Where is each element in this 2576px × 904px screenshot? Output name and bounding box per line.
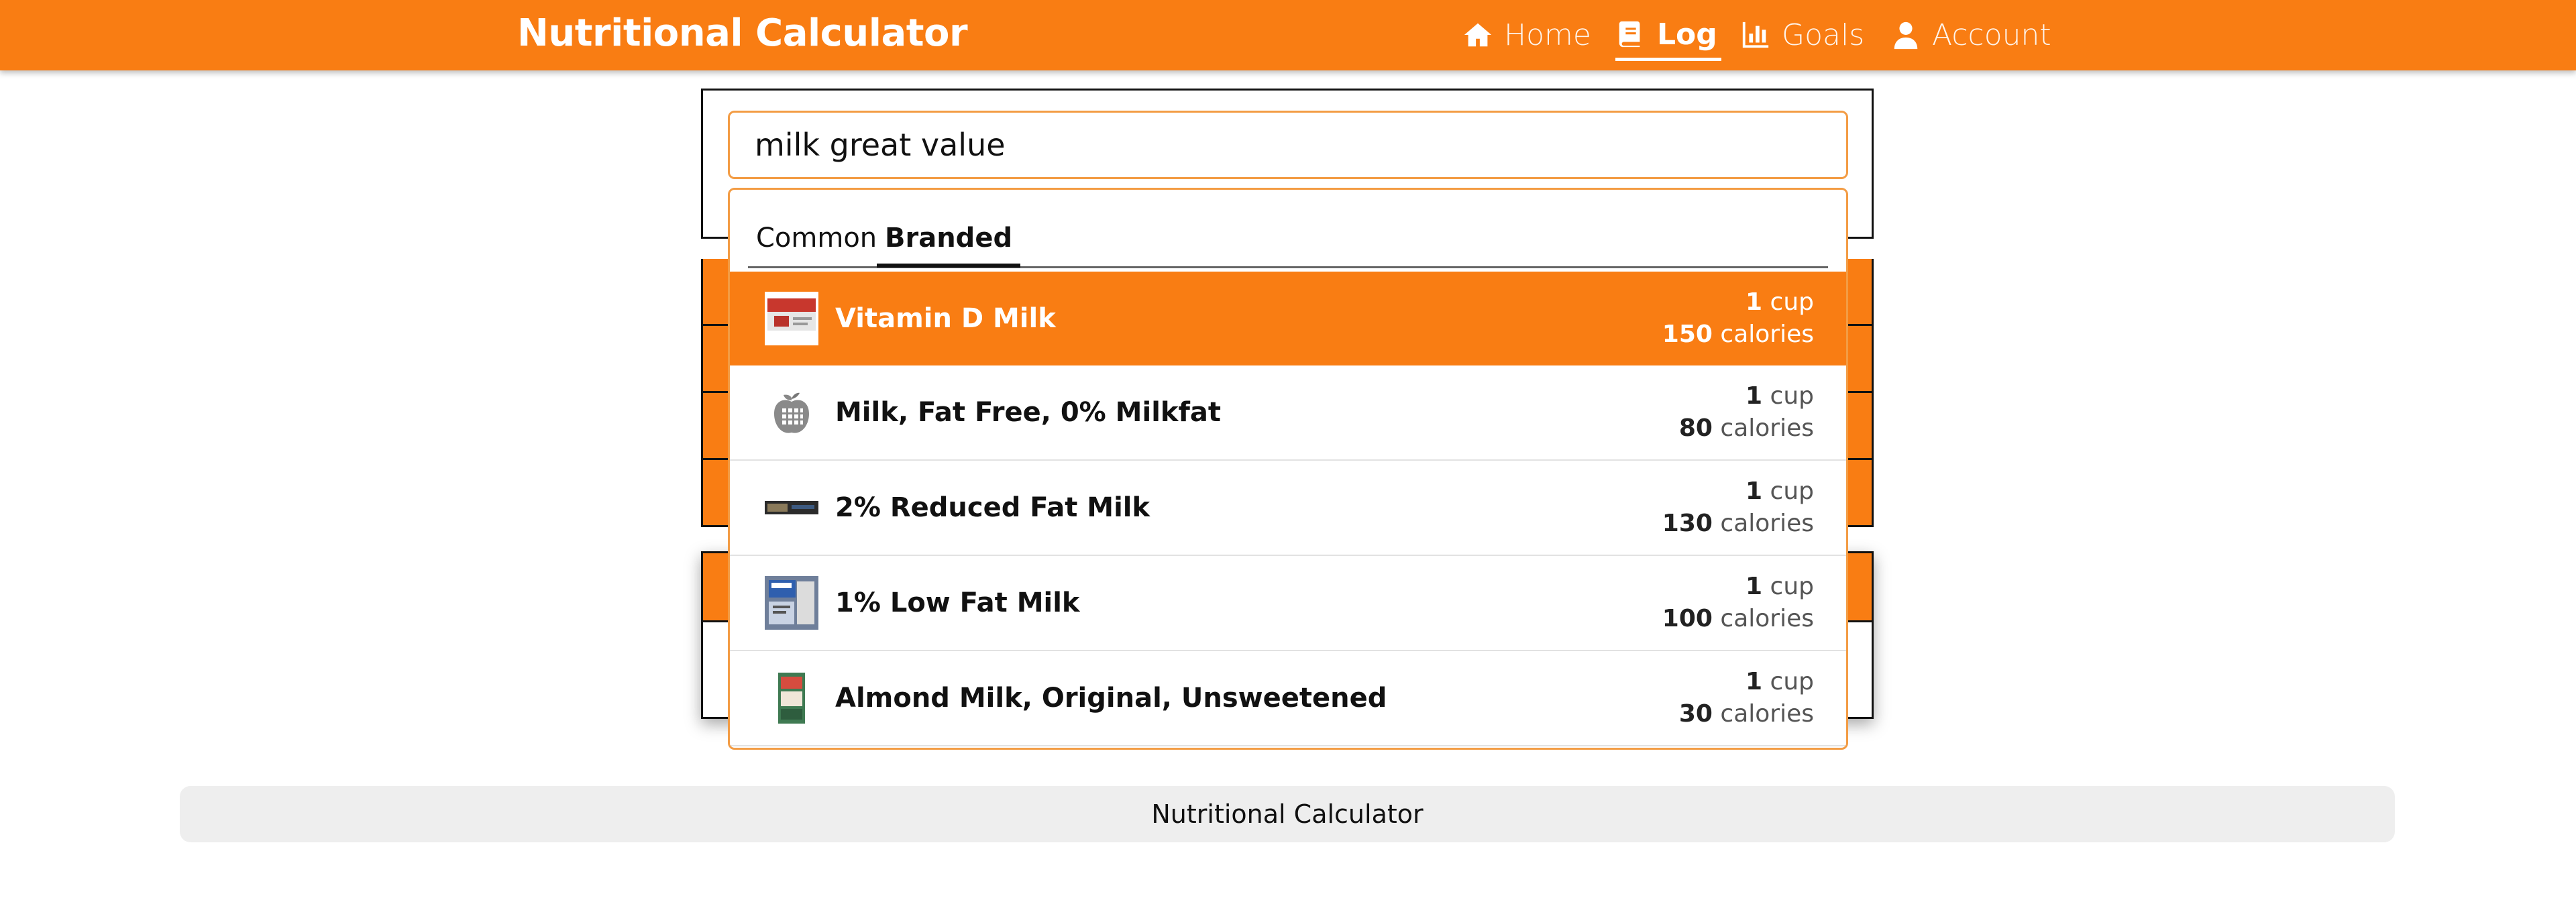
page-footer: Nutritional Calculator <box>180 786 2395 842</box>
result-tabs: Common Branded <box>748 190 1828 268</box>
top-navbar: Nutritional Calculator Home Log Goals Ac… <box>0 0 2576 70</box>
food-search-input[interactable] <box>728 111 1848 179</box>
calories-value: 100 <box>1662 605 1713 632</box>
search-results-dropdown: Common Branded Vitamin D Milk 1 cup 150 … <box>728 188 1848 750</box>
serving-unit: cup <box>1770 477 1814 505</box>
nav-log-label: Log <box>1657 17 1717 52</box>
serving-unit: cup <box>1770 573 1814 600</box>
apple-calculator-icon <box>765 386 818 439</box>
serving-qty: 1 <box>1746 668 1763 695</box>
product-thumbnail <box>765 292 818 345</box>
result-item[interactable]: Milk, Fat Free, 0% Milkfat 1 cup 80 calo… <box>730 365 1846 461</box>
serving-qty: 1 <box>1746 382 1763 410</box>
tab-branded[interactable]: Branded <box>877 217 1021 268</box>
product-thumbnail <box>765 576 818 630</box>
result-item[interactable]: 1% Low Fat Milk 1 cup 100 calories <box>730 556 1846 651</box>
result-name: Vitamin D Milk <box>835 303 1056 334</box>
nav-goals-label: Goals <box>1782 17 1865 52</box>
calories-label: calories <box>1720 414 1814 442</box>
product-thumbnail <box>765 481 818 534</box>
nav-home-label: Home <box>1504 17 1591 52</box>
result-serving: 1 cup 30 calories <box>1572 666 1814 730</box>
nav-log[interactable]: Log <box>1615 11 1721 61</box>
result-item[interactable]: Almond Milk, Original, Unsweetened 1 cup… <box>730 651 1846 746</box>
book-icon <box>1615 19 1646 50</box>
result-name: Milk, Fat Free, 0% Milkfat <box>835 397 1222 428</box>
brand-title[interactable]: Nutritional Calculator <box>517 9 968 58</box>
result-name: 1% Low Fat Milk <box>835 587 1080 618</box>
calories-label: calories <box>1720 321 1814 348</box>
user-icon <box>1890 19 1921 50</box>
bar-chart-icon <box>1740 19 1771 50</box>
result-serving: 1 cup 100 calories <box>1572 571 1814 635</box>
calories-value: 130 <box>1662 510 1713 537</box>
serving-qty: 1 <box>1746 477 1763 505</box>
calories-value: 150 <box>1662 321 1713 348</box>
calories-value: 30 <box>1678 700 1713 728</box>
product-thumbnail <box>765 671 818 725</box>
home-icon <box>1462 19 1493 50</box>
nav-goals[interactable]: Goals <box>1740 11 1868 59</box>
result-item[interactable]: Vitamin D Milk 1 cup 150 calories <box>730 272 1846 365</box>
nav-home[interactable]: Home <box>1462 11 1597 59</box>
serving-unit: cup <box>1770 668 1814 695</box>
result-item[interactable]: 2% Reduced Fat Milk 1 cup 130 calories <box>730 461 1846 556</box>
result-serving: 1 cup 80 calories <box>1572 380 1814 445</box>
footer-text: Nutritional Calculator <box>1151 799 1424 829</box>
calories-label: calories <box>1720 605 1814 632</box>
result-serving: 1 cup 150 calories <box>1572 286 1814 351</box>
result-name: Almond Milk, Original, Unsweetened <box>835 683 1387 714</box>
serving-unit: cup <box>1770 288 1814 316</box>
results-list: Vitamin D Milk 1 cup 150 calories Milk, … <box>730 272 1846 746</box>
serving-qty: 1 <box>1746 573 1763 600</box>
calories-value: 80 <box>1678 414 1713 442</box>
result-name: 2% Reduced Fat Milk <box>835 492 1150 523</box>
serving-qty: 1 <box>1746 288 1763 316</box>
nav-account[interactable]: Account <box>1890 11 2051 59</box>
calories-label: calories <box>1720 700 1814 728</box>
serving-unit: cup <box>1770 382 1814 410</box>
calories-label: calories <box>1720 510 1814 537</box>
tab-common[interactable]: Common <box>748 217 885 260</box>
result-serving: 1 cup 130 calories <box>1572 475 1814 540</box>
nav-account-label: Account <box>1932 17 2051 52</box>
